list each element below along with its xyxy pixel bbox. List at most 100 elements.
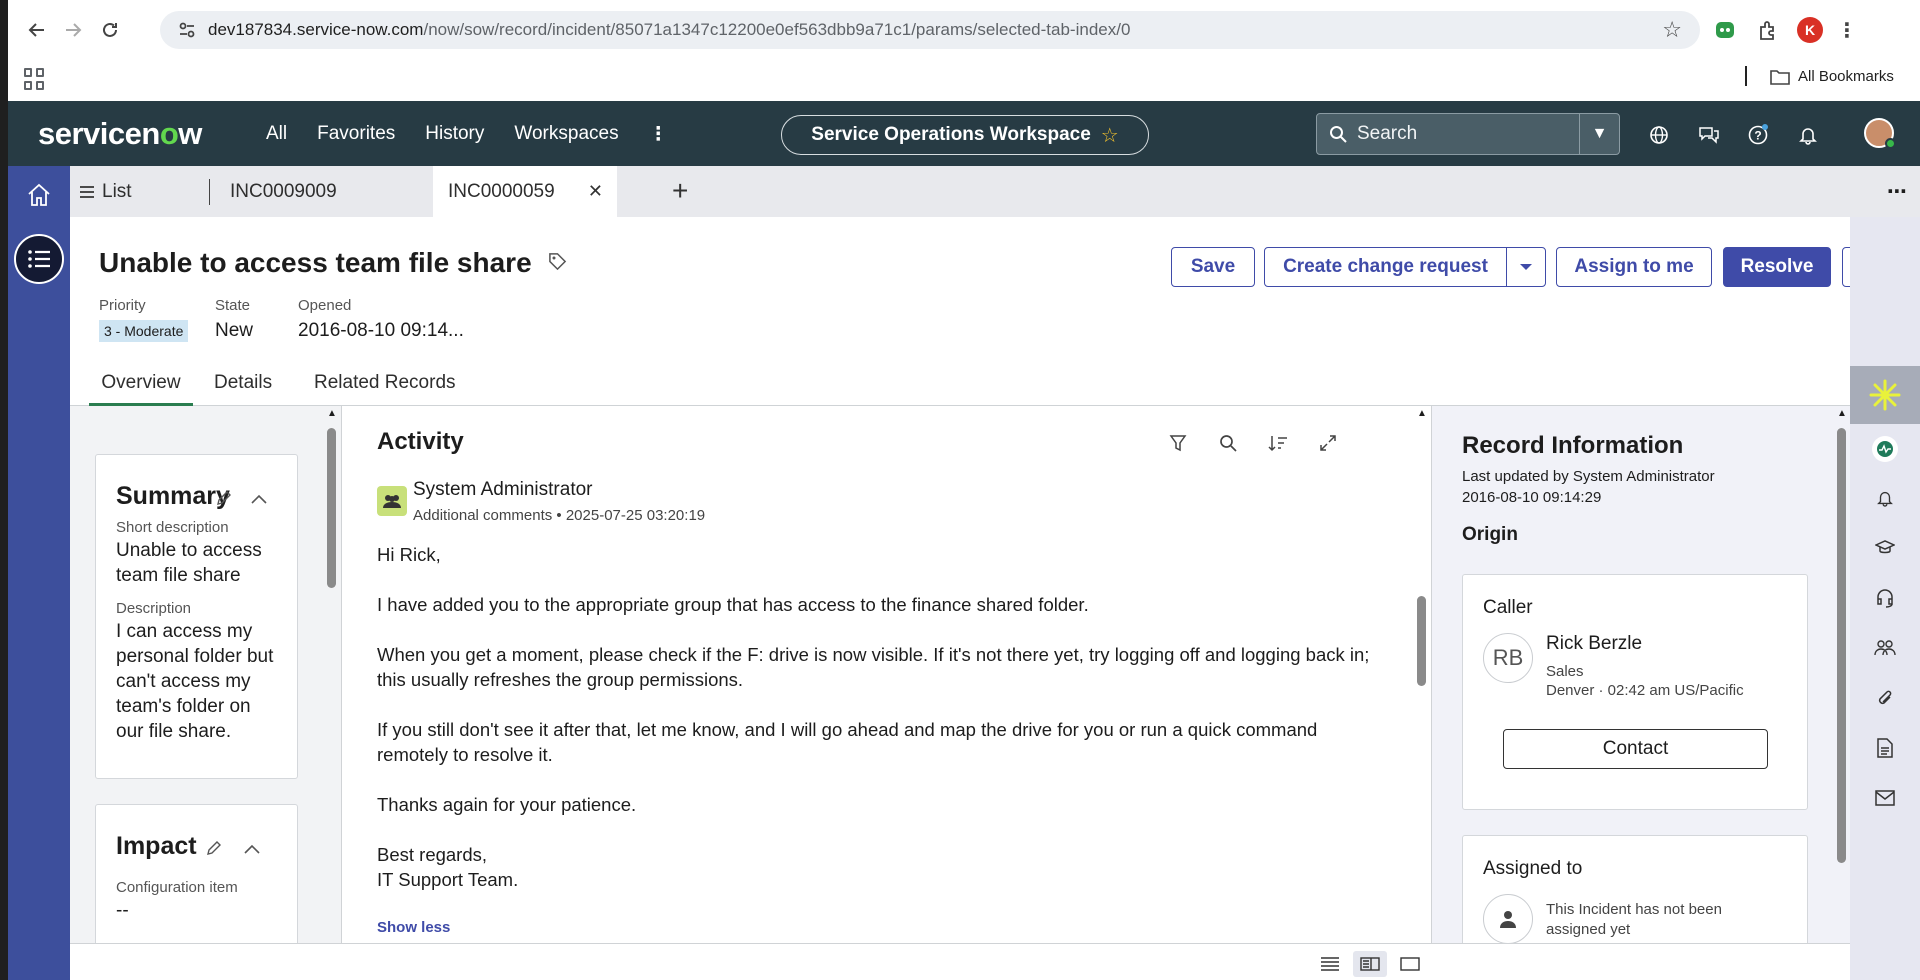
graduation-icon[interactable] bbox=[1874, 537, 1896, 559]
profile-avatar[interactable]: K bbox=[1797, 17, 1823, 43]
bookmarks-bar: All Bookmarks bbox=[8, 60, 1920, 101]
browser-menu-icon[interactable]: ⋮ bbox=[1834, 17, 1860, 43]
pulse-icon[interactable] bbox=[1872, 436, 1898, 462]
bookmarks-divider bbox=[1745, 66, 1747, 86]
record-info-scrollbar[interactable]: ▲ ▼ bbox=[1837, 406, 1847, 980]
collapse-icon[interactable] bbox=[251, 491, 267, 509]
page-title: Unable to access team file share bbox=[99, 247, 532, 278]
avatar: RB bbox=[1483, 633, 1533, 683]
filter-icon[interactable] bbox=[1166, 431, 1190, 455]
document-icon[interactable] bbox=[1874, 737, 1896, 759]
all-bookmarks-button[interactable]: All Bookmarks bbox=[1770, 68, 1894, 85]
contact-button[interactable]: Contact bbox=[1503, 729, 1768, 769]
workspace-pill[interactable]: Service Operations Workspace ☆ bbox=[781, 115, 1149, 155]
tab-details[interactable]: Details bbox=[214, 364, 272, 406]
servicenow-logo[interactable]: servicenow bbox=[38, 116, 202, 152]
activity-meta: Additional comments • 2025-07-25 03:20:1… bbox=[413, 507, 706, 524]
nav-workspaces[interactable]: Workspaces bbox=[514, 123, 618, 146]
description-value: I can access my personal folder but can'… bbox=[116, 621, 274, 742]
apps-icon[interactable] bbox=[24, 68, 46, 90]
summary-card: Summary Short description Unable to acce… bbox=[95, 454, 298, 779]
record-tab-strip: List INC0009009 ✕ INC0000059 ✕ + ⋯ bbox=[70, 166, 1920, 217]
activity-stream: Activity System Administrator Additional… bbox=[342, 406, 1432, 980]
record-header: Unable to access team file share bbox=[99, 247, 568, 279]
bell-icon[interactable] bbox=[1796, 123, 1820, 147]
expand-icon[interactable] bbox=[1316, 431, 1340, 455]
paperclip-icon[interactable] bbox=[1874, 687, 1896, 709]
create-change-dropdown-button[interactable] bbox=[1506, 247, 1546, 287]
people-icon[interactable] bbox=[1874, 637, 1896, 659]
show-less-link[interactable]: Show less bbox=[377, 919, 450, 936]
forward-icon[interactable] bbox=[58, 15, 88, 45]
svg-text:?: ? bbox=[1754, 129, 1761, 143]
globe-icon[interactable] bbox=[1647, 123, 1671, 147]
sort-icon[interactable] bbox=[1266, 431, 1290, 455]
list-icon[interactable] bbox=[14, 234, 64, 284]
user-avatar[interactable] bbox=[1864, 118, 1896, 149]
site-info-icon[interactable] bbox=[176, 19, 198, 41]
split-view-icon[interactable] bbox=[1353, 951, 1387, 977]
left-rail bbox=[8, 166, 70, 980]
bell-icon[interactable] bbox=[1874, 487, 1896, 509]
header-nav: All Favorites History Workspaces ⋮ bbox=[266, 123, 669, 146]
caller-name[interactable]: Rick Berzle bbox=[1546, 633, 1642, 655]
extension-icon[interactable] bbox=[1755, 17, 1781, 43]
tab-overview[interactable]: Overview bbox=[89, 364, 193, 406]
app-header: servicenow All Favorites History Workspa… bbox=[8, 101, 1920, 166]
favorite-star-icon[interactable]: ☆ bbox=[1101, 123, 1119, 148]
nav-history[interactable]: History bbox=[425, 123, 484, 146]
nav-all[interactable]: All bbox=[266, 123, 287, 146]
record-info-heading: Record Information bbox=[1462, 432, 1684, 459]
browser-chrome: dev187834.service-now.com/now/sow/record… bbox=[8, 0, 1920, 101]
tag-icon[interactable] bbox=[548, 247, 568, 279]
nav-favorites[interactable]: Favorites bbox=[317, 123, 395, 146]
headset-icon[interactable] bbox=[1874, 587, 1896, 609]
search-input[interactable]: Search bbox=[1357, 123, 1417, 145]
save-button[interactable]: Save bbox=[1171, 247, 1255, 287]
summary-column: Summary Short description Unable to acce… bbox=[70, 406, 342, 980]
search-icon[interactable] bbox=[1216, 431, 1240, 455]
nav-more-button[interactable]: ⋮ bbox=[649, 123, 669, 146]
help-icon[interactable]: ? bbox=[1746, 123, 1770, 147]
chat-icon[interactable] bbox=[1697, 123, 1721, 147]
close-icon[interactable]: ✕ bbox=[588, 181, 603, 202]
sparkle-icon[interactable] bbox=[1850, 366, 1920, 424]
back-icon[interactable] bbox=[22, 15, 52, 45]
home-icon[interactable] bbox=[24, 180, 54, 210]
assign-to-me-button[interactable]: Assign to me bbox=[1556, 247, 1712, 287]
tab-overflow-button[interactable]: ⋯ bbox=[1887, 179, 1908, 204]
single-view-icon[interactable] bbox=[1393, 951, 1427, 977]
record-information-panel: Record Information Last updated by Syste… bbox=[1432, 406, 1850, 980]
opened-field: Opened 2016-08-10 09:14... bbox=[298, 297, 464, 341]
tab-related-records[interactable]: Related Records bbox=[314, 364, 456, 406]
last-updated: Last updated by System Administrator 201… bbox=[1462, 468, 1715, 506]
edit-icon[interactable] bbox=[206, 840, 222, 861]
url-text: dev187834.service-now.com/now/sow/record… bbox=[208, 20, 1131, 39]
priority-field: Priority 3 - Moderate bbox=[99, 297, 189, 342]
left-scrollbar[interactable]: ▲ ▼ bbox=[327, 406, 337, 980]
envelope-icon[interactable] bbox=[1874, 787, 1896, 809]
state-field: State New bbox=[215, 297, 254, 341]
collapse-icon[interactable] bbox=[244, 841, 260, 859]
create-change-request-button[interactable]: Create change request bbox=[1264, 247, 1507, 287]
record-main: Unable to access team file share Priorit… bbox=[70, 217, 1882, 980]
edit-icon[interactable] bbox=[216, 490, 232, 511]
activity-heading: Activity bbox=[377, 428, 464, 455]
add-tab-button[interactable]: + bbox=[672, 175, 688, 207]
tab-inc0000059[interactable]: INC0000059 ✕ bbox=[433, 166, 617, 217]
extension-robot-icon[interactable] bbox=[1712, 17, 1738, 43]
global-search[interactable]: Search ▼ bbox=[1316, 113, 1620, 155]
bookmark-star-icon[interactable]: ☆ bbox=[1662, 17, 1682, 43]
activity-scrollbar[interactable]: ▲ ▼ bbox=[1417, 406, 1427, 980]
tab-list[interactable]: List bbox=[80, 166, 132, 217]
list-lines-icon bbox=[80, 185, 94, 198]
resolve-button[interactable]: Resolve bbox=[1723, 247, 1831, 287]
activity-comment-body: Hi Rick, I have added you to the appropr… bbox=[377, 544, 1370, 890]
record-subtabs: Overview Details Related Records bbox=[70, 364, 1850, 406]
search-scope-dropdown[interactable]: ▼ bbox=[1579, 114, 1619, 154]
origin-heading: Origin bbox=[1462, 524, 1518, 545]
address-bar[interactable]: dev187834.service-now.com/now/sow/record… bbox=[160, 11, 1700, 49]
reload-icon[interactable] bbox=[95, 15, 125, 45]
priority-badge: 3 - Moderate bbox=[99, 320, 189, 342]
list-view-icon[interactable] bbox=[1313, 951, 1347, 977]
